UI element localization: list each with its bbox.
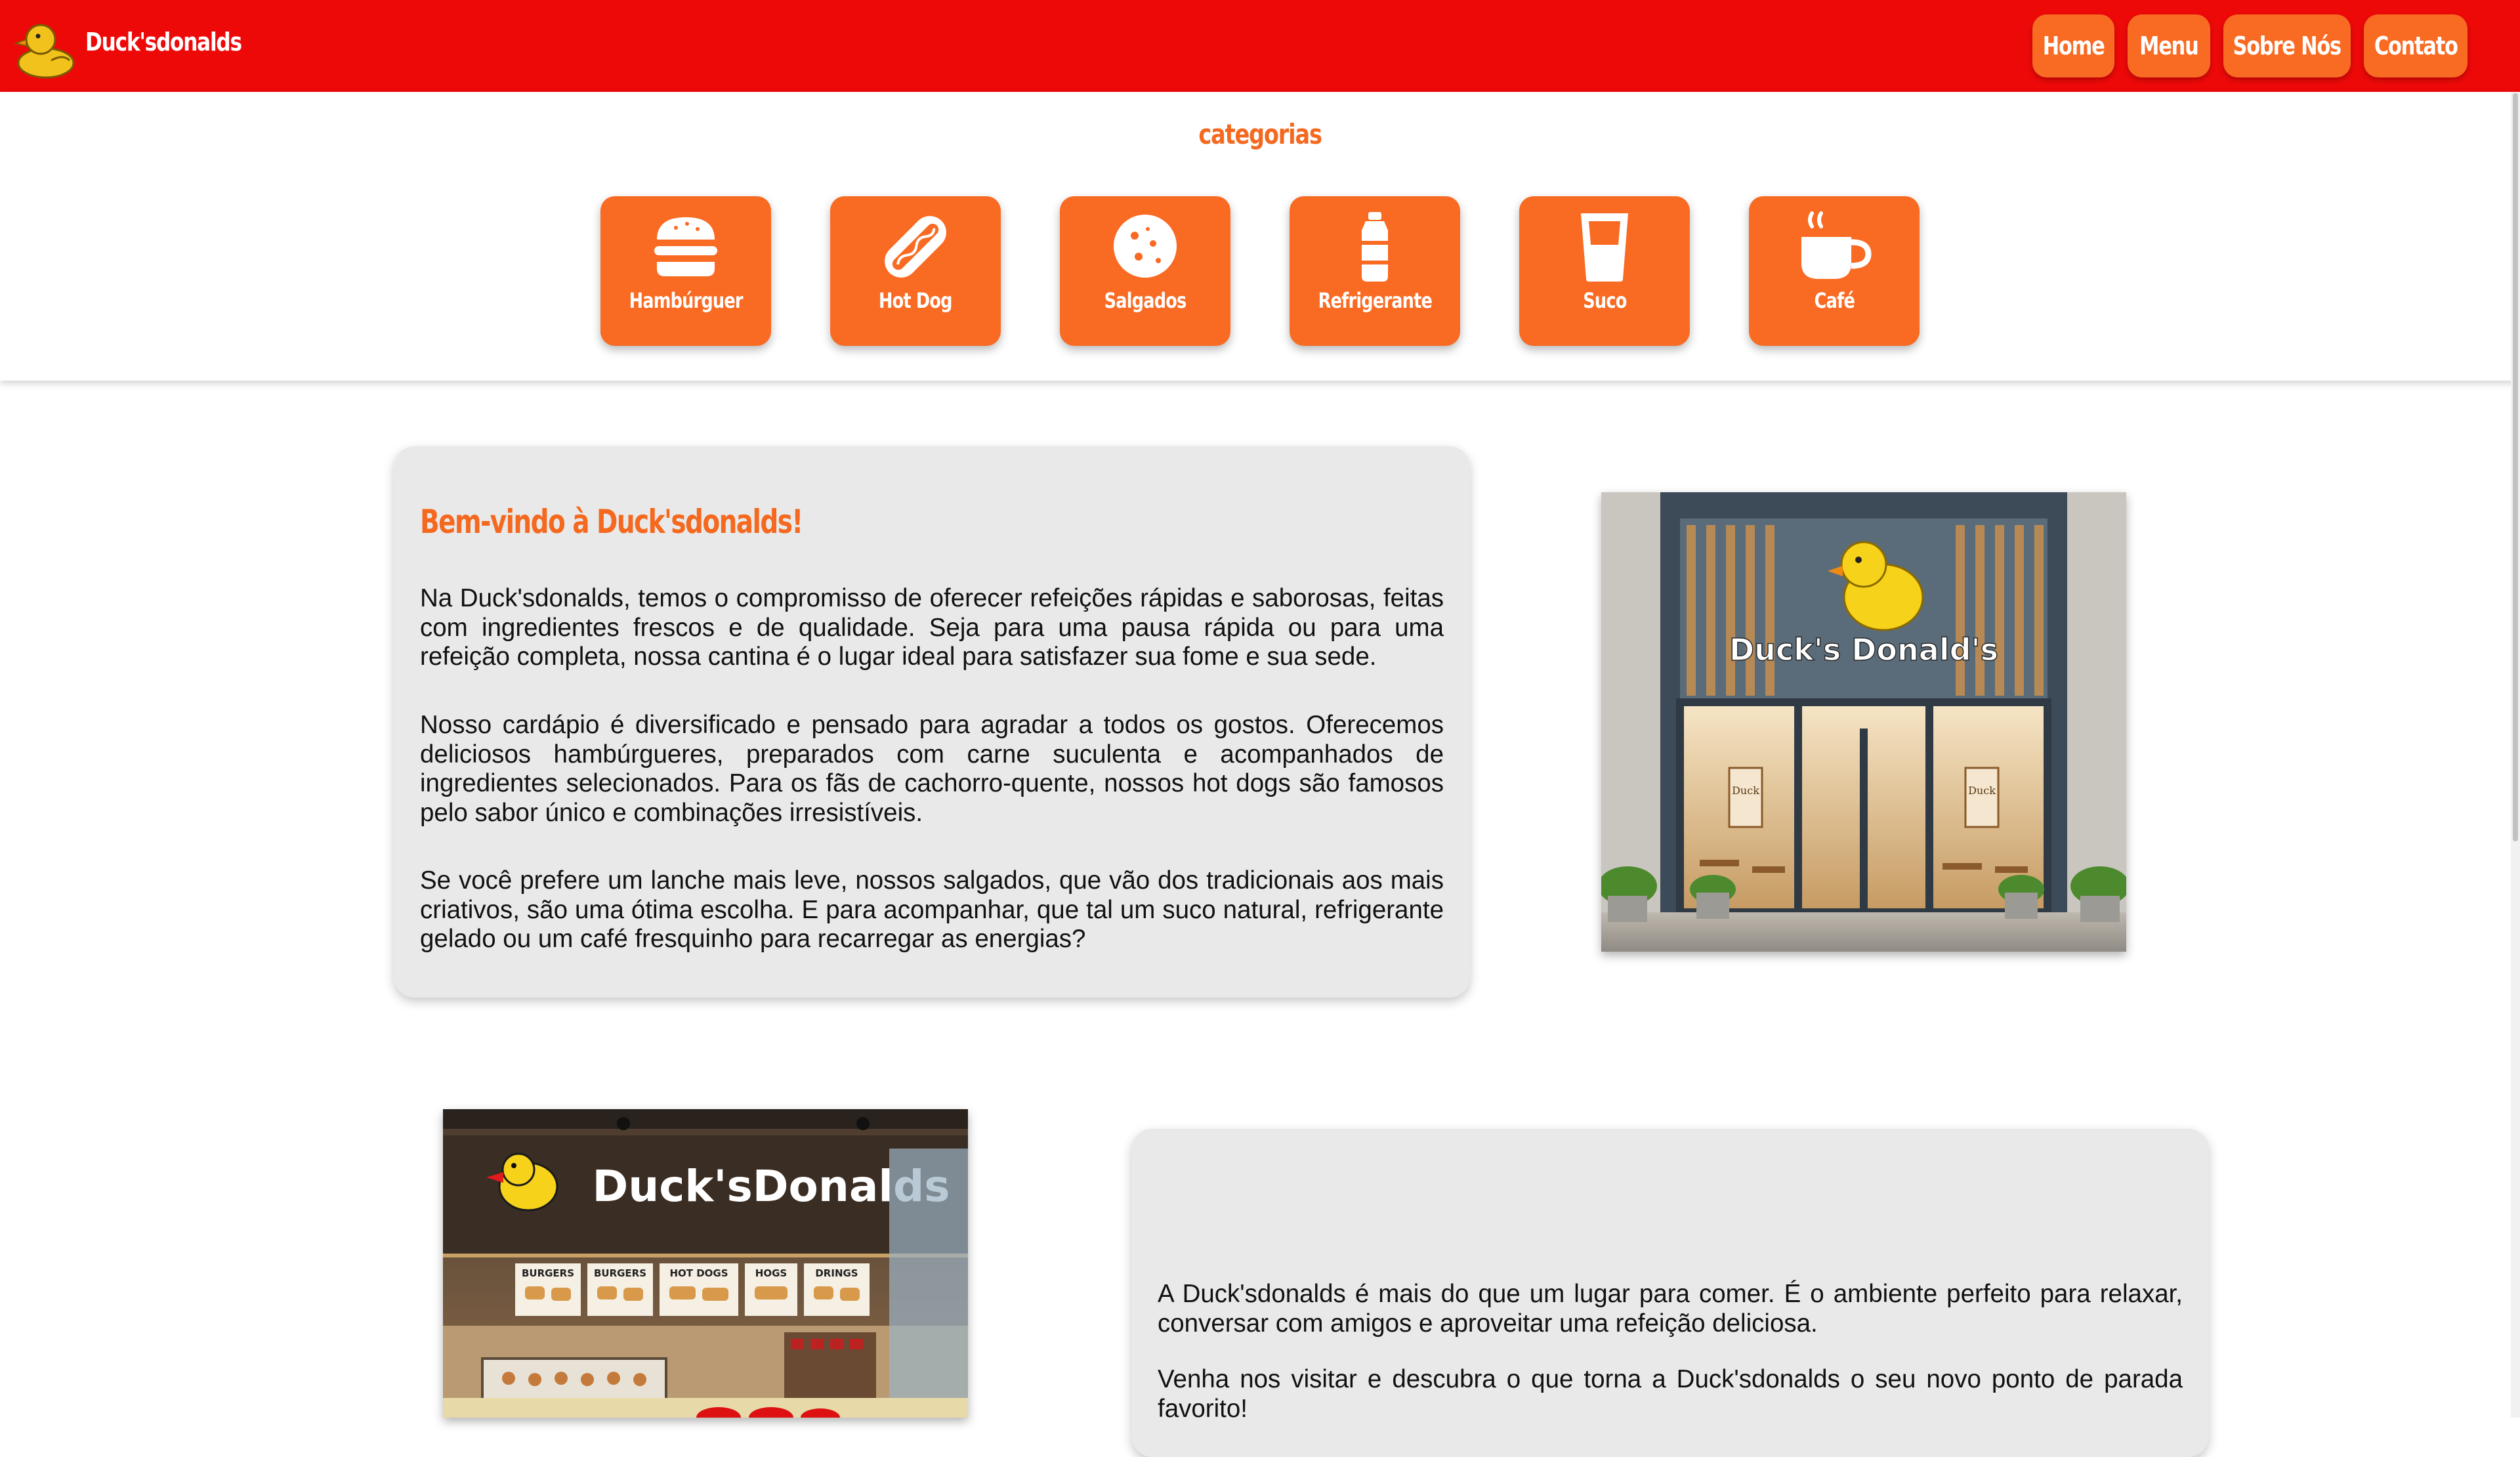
category-suco[interactable]: Suco [1519,196,1690,346]
hotdog-icon [885,216,946,278]
svg-text:Duck: Duck [1732,784,1759,797]
svg-text:Duck's Donald's: Duck's Donald's [1729,632,1998,667]
welcome-paragraph-2: Nosso cardápio é diversificado e pensado… [420,711,1444,827]
welcome-card: Bem-vindo à Duck'sdonalds! Na Duck'sdona… [394,446,1470,998]
nav-home-button[interactable]: Home [2032,14,2114,77]
svg-text:DRINGS: DRINGS [815,1267,858,1279]
nav-contact-button[interactable]: Contato [2364,14,2468,77]
svg-text:HOT DOGS: HOT DOGS [669,1267,728,1279]
category-label: Hot Dog [879,288,953,313]
interior-image: Duck'sDonalds BURGERS BURGERS HOT DOGS H… [443,1109,968,1418]
brand-name[interactable]: Duck'sdonalds [85,28,242,56]
categories-title: categorias [1198,118,1322,150]
about-card: A Duck'sdonalds é mais do que um lugar p… [1131,1129,2209,1457]
category-label: Hambúrguer [629,288,743,313]
welcome-paragraph-3: Se você prefere um lanche mais leve, nos… [420,866,1444,953]
svg-text:HOGS: HOGS [755,1267,787,1279]
category-cafe[interactable]: Café [1749,196,1920,346]
category-hamburger[interactable]: Hambúrguer [600,196,771,346]
svg-text:Duck: Duck [1968,784,1996,797]
categories-section: categorias Hambúrguer Hot Dog Salgados R… [0,92,2520,381]
about-paragraph-1: A Duck'sdonalds é mais do que um lugar p… [1158,1280,2183,1338]
about-paragraph-2: Venha nos visitar e descubra o que torna… [1158,1365,2183,1423]
glass-icon [1581,213,1628,282]
svg-text:BURGERS: BURGERS [522,1267,574,1279]
hamburger-icon [654,217,717,276]
category-label: Café [1814,288,1855,313]
category-refrigerante[interactable]: Refrigerante [1290,196,1460,346]
coffee-icon [1801,211,1872,279]
category-salgados[interactable]: Salgados [1060,196,1230,346]
storefront-image: Duck's Donald's Duck Duck [1601,492,2126,952]
bottle-icon [1362,212,1388,282]
category-label: Suco [1582,288,1627,313]
duck-logo-icon[interactable] [12,14,77,80]
welcome-paragraph-1: Na Duck'sdonalds, temos o compromisso de… [420,584,1444,671]
cookie-icon [1114,215,1177,278]
category-label: Refrigerante [1318,288,1432,313]
svg-text:BURGERS: BURGERS [594,1267,646,1279]
welcome-heading: Bem-vindo à Duck'sdonalds! [420,503,803,541]
scrollbar-thumb[interactable] [2513,93,2518,841]
category-label: Salgados [1104,288,1187,313]
top-navbar: Duck'sdonalds Home Menu Sobre Nós Contat… [0,0,2520,92]
nav-menu-button[interactable]: Menu [2128,14,2210,77]
category-hotdog[interactable]: Hot Dog [830,196,1001,346]
nav-about-button[interactable]: Sobre Nós [2223,14,2351,77]
